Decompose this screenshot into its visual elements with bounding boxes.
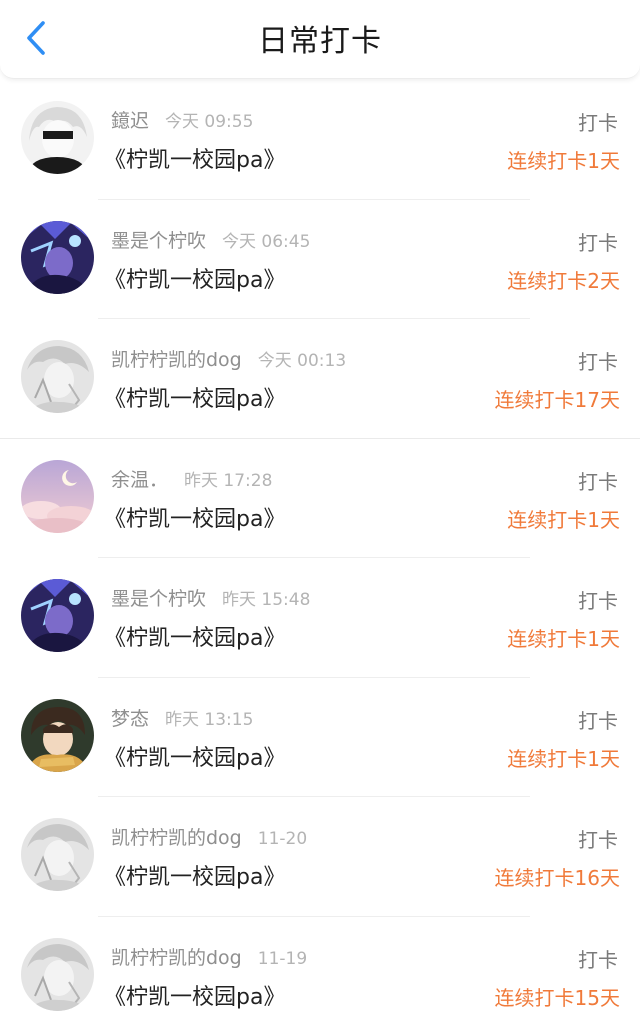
avatar[interactable]	[21, 579, 94, 652]
streak-count: 连续打卡1天	[507, 627, 620, 651]
list-item[interactable]: 凯柠柠凯的dog 11-20 《柠凯一校园pa》 打卡 连续打卡16天	[0, 797, 640, 917]
topic-title[interactable]: 《柠凯一校园pa》	[104, 979, 285, 1011]
username[interactable]: 凯柠柠凯的dog	[111, 349, 242, 371]
checkin-type: 打卡	[578, 828, 618, 852]
list-item[interactable]: 凯柠柠凯的dog 11-19 《柠凯一校园pa》 打卡 连续打卡15天	[0, 917, 640, 1020]
list-item[interactable]: 余温． 昨天 17:28 《柠凯一校园pa》 打卡 连续打卡1天	[0, 439, 640, 559]
list-item[interactable]: 鐿迟 今天 09:55 《柠凯一校园pa》 打卡 连续打卡1天	[0, 80, 640, 200]
avatar[interactable]	[21, 818, 94, 891]
topic-title[interactable]: 《柠凯一校园pa》	[104, 262, 285, 294]
streak-count: 连续打卡1天	[507, 149, 620, 173]
topic-title[interactable]: 《柠凯一校园pa》	[104, 142, 285, 174]
checkin-list: 鐿迟 今天 09:55 《柠凯一校园pa》 打卡 连续打卡1天 墨是个柠吹 今天 0…	[0, 80, 640, 1020]
avatar[interactable]	[21, 101, 94, 174]
topic-title[interactable]: 《柠凯一校园pa》	[104, 740, 285, 772]
timestamp: 昨天 17:28	[184, 470, 273, 491]
timestamp: 今天 09:55	[165, 112, 254, 132]
item-meta: 墨是个柠吹 今天 06:45	[111, 226, 310, 253]
list-item[interactable]: 梦态 昨天 13:15 《柠凯一校园pa》 打卡 连续打卡1天	[0, 678, 640, 798]
avatar-gray-sketch	[21, 937, 94, 1011]
avatar[interactable]	[21, 698, 94, 772]
checkin-type: 打卡	[578, 589, 618, 613]
username[interactable]: 余温．	[111, 469, 168, 491]
streak-count: 连续打卡1天	[507, 507, 620, 532]
avatar-blue-purple	[21, 220, 94, 294]
topic-title[interactable]: 《柠凯一校园pa》	[104, 501, 285, 533]
timestamp: 昨天 13:15	[165, 709, 254, 730]
streak-count: 连续打卡2天	[507, 268, 620, 293]
timestamp: 11-20	[257, 829, 308, 849]
item-meta: 凯柠柠凯的dog 11-20	[111, 823, 307, 850]
timestamp: 今天 00:13	[257, 351, 347, 371]
timestamp: 11-19	[257, 948, 308, 969]
username[interactable]: 梦态	[111, 708, 149, 730]
username[interactable]: 凯柠柠凯的dog	[111, 827, 242, 849]
avatar[interactable]	[21, 937, 94, 1011]
checkin-type: 打卡	[578, 708, 618, 733]
timestamp: 昨天 15:48	[222, 590, 311, 610]
checkin-type: 打卡	[578, 111, 618, 135]
avatar-pink-sky-moon	[21, 459, 94, 533]
top-bar: 日常打卡	[0, 0, 640, 79]
item-meta: 凯柠柠凯的dog 今天 00:13	[111, 345, 346, 372]
streak-count: 连续打卡17天	[494, 388, 620, 412]
streak-count: 连续打卡16天	[494, 866, 620, 890]
avatar[interactable]	[21, 340, 94, 413]
checkin-type: 打卡	[578, 230, 618, 255]
item-meta: 梦态 昨天 13:15	[111, 704, 253, 731]
list-item[interactable]: 凯柠柠凯的dog 今天 00:13 《柠凯一校园pa》 打卡 连续打卡17天	[0, 319, 640, 439]
item-meta: 鐿迟 今天 09:55	[111, 106, 253, 133]
timestamp: 今天 06:45	[222, 231, 311, 252]
avatar-blue-purple	[21, 579, 94, 652]
username[interactable]: 墨是个柠吹	[111, 230, 206, 252]
streak-count: 连续打卡15天	[494, 985, 620, 1010]
item-meta: 墨是个柠吹 昨天 15:48	[111, 584, 310, 611]
page-title: 日常打卡	[258, 24, 382, 59]
list-item[interactable]: 墨是个柠吹 昨天 15:48 《柠凯一校园pa》 打卡 连续打卡1天	[0, 558, 640, 678]
username[interactable]: 鐿迟	[111, 110, 149, 132]
avatar-gray-sketch	[21, 340, 94, 413]
list-item[interactable]: 墨是个柠吹 今天 06:45 《柠凯一校园pa》 打卡 连续打卡2天	[0, 200, 640, 320]
avatar-anime-boy	[21, 698, 94, 772]
checkin-type: 打卡	[578, 469, 618, 494]
topic-title[interactable]: 《柠凯一校园pa》	[104, 620, 285, 652]
item-meta: 余温． 昨天 17:28	[111, 465, 272, 492]
username[interactable]: 凯柠柠凯的dog	[111, 947, 242, 969]
checkin-page: 日常打卡 鐿迟 今天 09:55 《柠凯一校园pa》 打卡 连续打卡1天 墨是个…	[0, 0, 640, 1020]
streak-count: 连续打卡1天	[507, 746, 620, 771]
avatar-gray-sketch	[21, 818, 94, 891]
topic-title[interactable]: 《柠凯一校园pa》	[104, 859, 285, 891]
checkin-type: 打卡	[578, 350, 618, 374]
item-meta: 凯柠柠凯的dog 11-19	[111, 943, 307, 970]
checkin-type: 打卡	[578, 947, 618, 972]
username[interactable]: 墨是个柠吹	[111, 588, 206, 610]
avatar[interactable]	[21, 459, 94, 533]
avatar-white-hair	[21, 101, 94, 174]
avatar[interactable]	[21, 220, 94, 294]
topic-title[interactable]: 《柠凯一校园pa》	[104, 381, 285, 413]
